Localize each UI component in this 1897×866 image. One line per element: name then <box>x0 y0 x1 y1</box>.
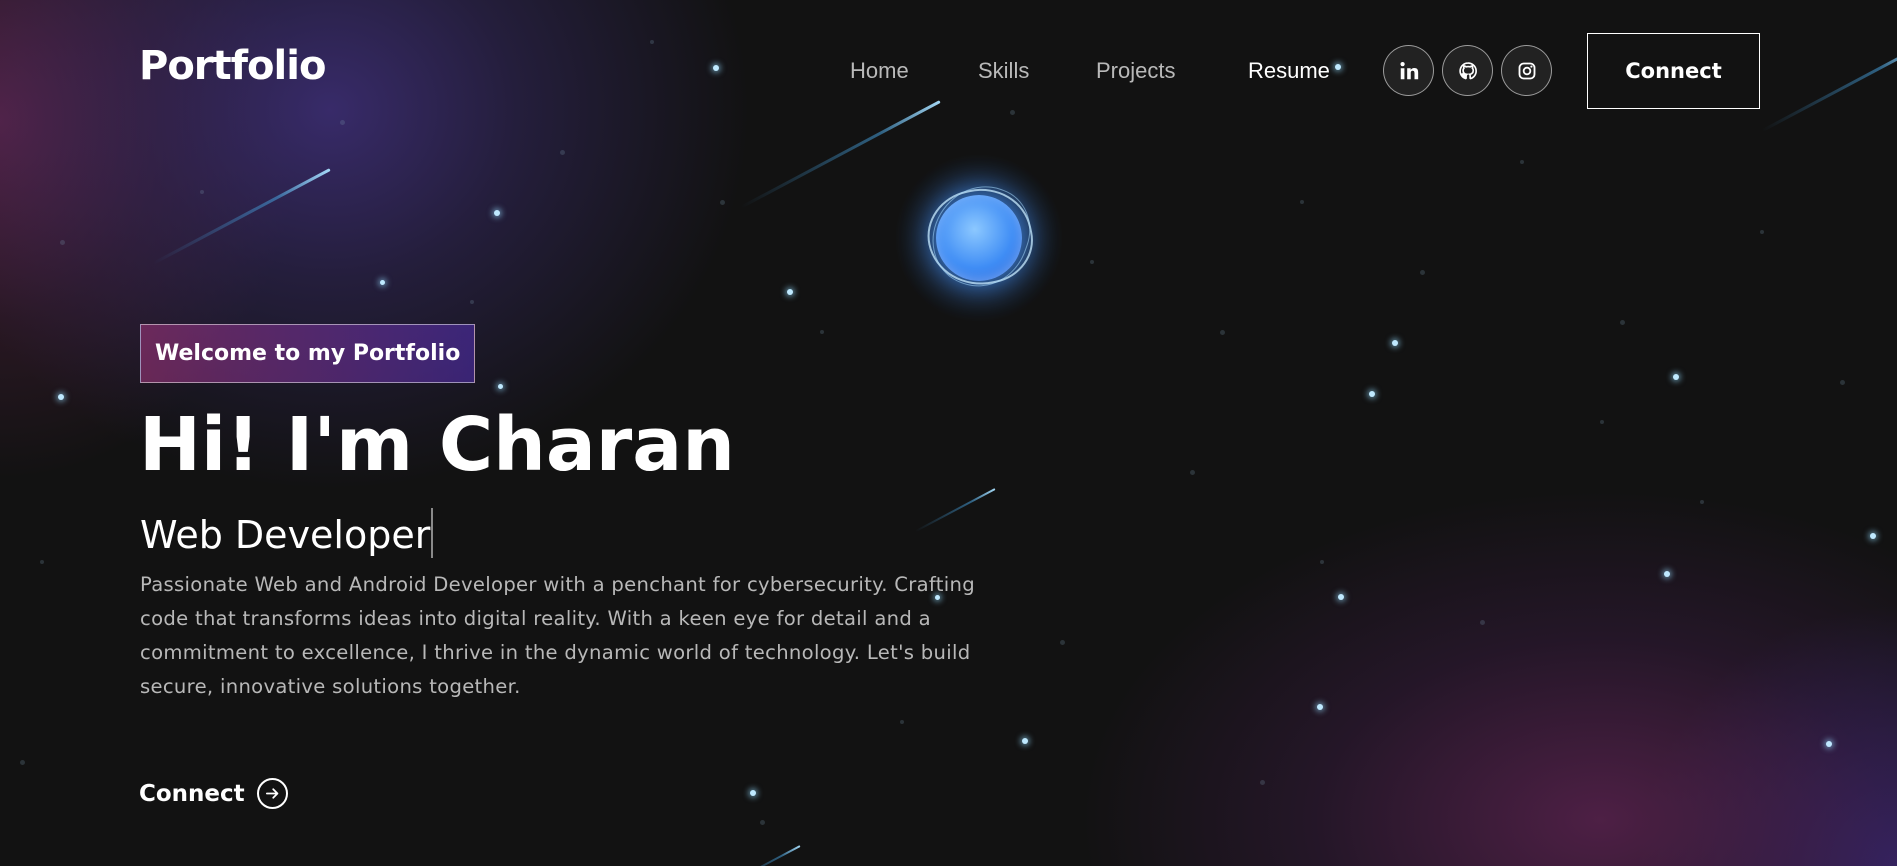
github-link[interactable] <box>1442 45 1493 96</box>
navbar: Portfolio Home Skills Projects Resume Co… <box>0 0 1897 145</box>
instagram-link[interactable] <box>1501 45 1552 96</box>
hero-role-text: Web Developer <box>140 513 431 557</box>
tagline-badge: Welcome to my Portfolio <box>140 324 476 383</box>
linkedin-icon <box>1399 61 1418 79</box>
hero-connect-button[interactable]: Connect <box>139 778 288 809</box>
hero-description: Passionate Web and Android Developer wit… <box>140 573 975 698</box>
brand-logo[interactable]: Portfolio <box>139 46 326 86</box>
nav-link-projects[interactable]: Projects <box>1096 58 1175 84</box>
hero-title: Hi! I'm Charan <box>139 402 735 488</box>
hero-role: Web Developer <box>140 508 434 561</box>
nav-link-resume[interactable]: Resume <box>1248 58 1330 84</box>
github-icon <box>1458 61 1477 79</box>
arrow-right-circle-icon <box>256 778 288 809</box>
social-links <box>1383 45 1552 96</box>
planet-illustration <box>894 153 1064 323</box>
nav-link-home[interactable]: Home <box>850 58 909 84</box>
linkedin-link[interactable] <box>1383 45 1434 96</box>
instagram-icon <box>1518 62 1535 79</box>
connect-button[interactable]: Connect <box>1587 33 1760 109</box>
typing-caret <box>431 508 434 558</box>
hero-connect-label: Connect <box>139 780 245 807</box>
nav-link-skills[interactable]: Skills <box>978 58 1029 84</box>
